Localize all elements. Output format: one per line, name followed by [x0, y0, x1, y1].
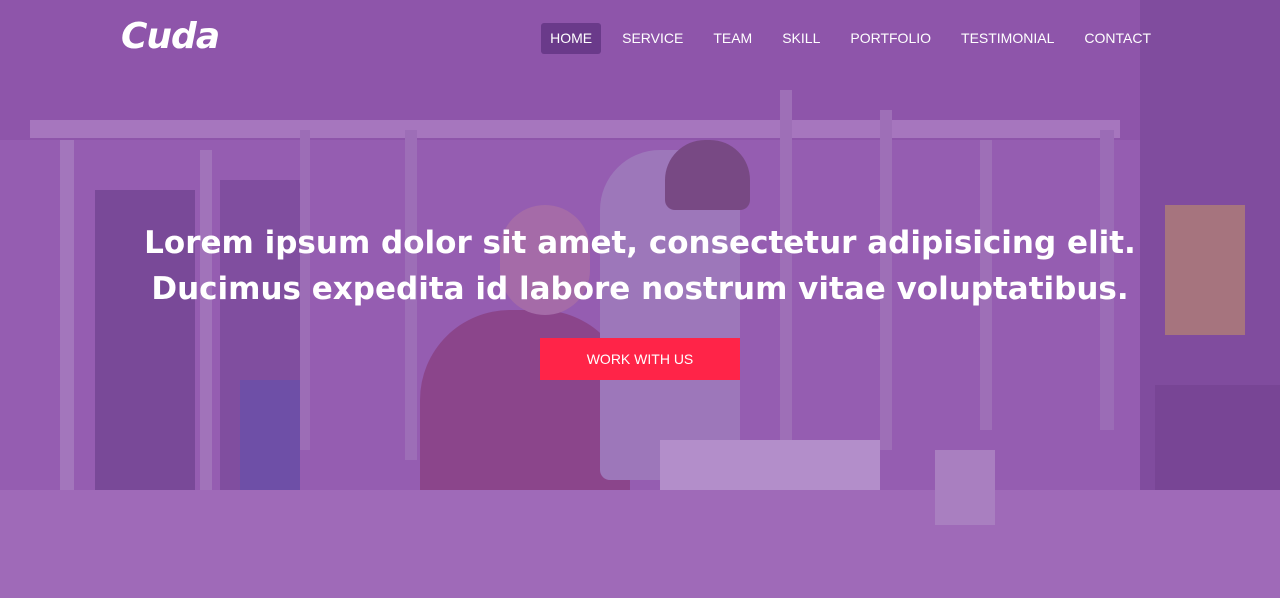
nav-item-contact[interactable]: CONTACT: [1075, 23, 1160, 54]
nav-item-home[interactable]: HOME: [541, 23, 602, 54]
nav-item-testimonial[interactable]: TESTIMONIAL: [952, 23, 1063, 54]
nav-item-service[interactable]: SERVICE: [613, 23, 692, 54]
main-nav: HOME SERVICE TEAM SKILL PORTFOLIO TESTIM…: [529, 23, 1160, 54]
logo[interactable]: Cuda: [121, 16, 220, 57]
navbar: Cuda HOME SERVICE TEAM SKILL PORTFOLIO T…: [0, 0, 1280, 80]
hero-headline: Lorem ipsum dolor sit amet, consectetur …: [144, 225, 1136, 307]
nav-item-skill[interactable]: SKILL: [773, 23, 829, 54]
nav-item-team[interactable]: TEAM: [704, 23, 761, 54]
hero-section: Cuda HOME SERVICE TEAM SKILL PORTFOLIO T…: [0, 0, 1280, 598]
nav-item-portfolio[interactable]: PORTFOLIO: [841, 23, 940, 54]
work-with-us-button[interactable]: WORK WITH US: [540, 338, 740, 380]
